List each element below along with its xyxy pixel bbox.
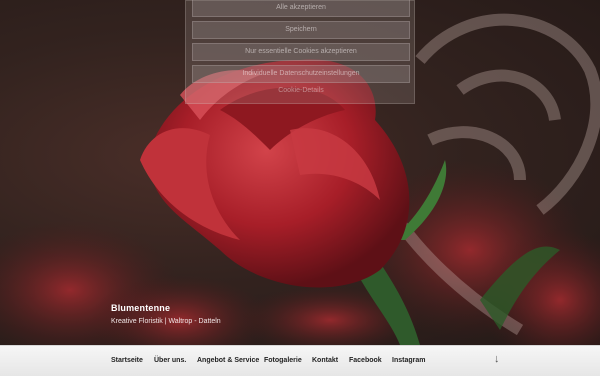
main-navigation: Startseite Über uns. Angebot & Service F… (0, 345, 600, 376)
site-branding: Blumentenne Kreative Floristik | Waltrop… (111, 303, 221, 325)
nav-item-fotogalerie[interactable]: Fotogalerie (264, 357, 302, 364)
accept-all-button[interactable]: Alle akzeptieren (192, 0, 410, 17)
cookie-details-link[interactable]: Cookie-Details (192, 87, 410, 94)
individual-settings-button[interactable]: Individuelle Datenschutzeinstellungen (192, 65, 410, 83)
nav-item-kontakt[interactable]: Kontakt (312, 357, 338, 364)
site-tagline: Kreative Floristik | Waltrop - Datteln (111, 318, 221, 325)
essential-only-button[interactable]: Nur essentielle Cookies akzeptieren (192, 43, 410, 61)
nav-item-facebook[interactable]: Facebook (349, 357, 382, 364)
cookie-consent-panel: Alle akzeptieren Speichern Nur essentiel… (185, 0, 415, 104)
nav-item-startseite[interactable]: Startseite (111, 357, 143, 364)
hero-header-image: Alle akzeptieren Speichern Nur essentiel… (0, 0, 600, 345)
nav-item-ueber-uns[interactable]: Über uns. (154, 357, 186, 364)
nav-item-angebot-service[interactable]: Angebot & Service (197, 357, 259, 364)
save-button[interactable]: Speichern (192, 21, 410, 39)
arrow-down-icon[interactable]: ↓ (494, 353, 500, 365)
nav-item-instagram[interactable]: Instagram (392, 357, 425, 364)
site-title[interactable]: Blumentenne (111, 303, 221, 313)
